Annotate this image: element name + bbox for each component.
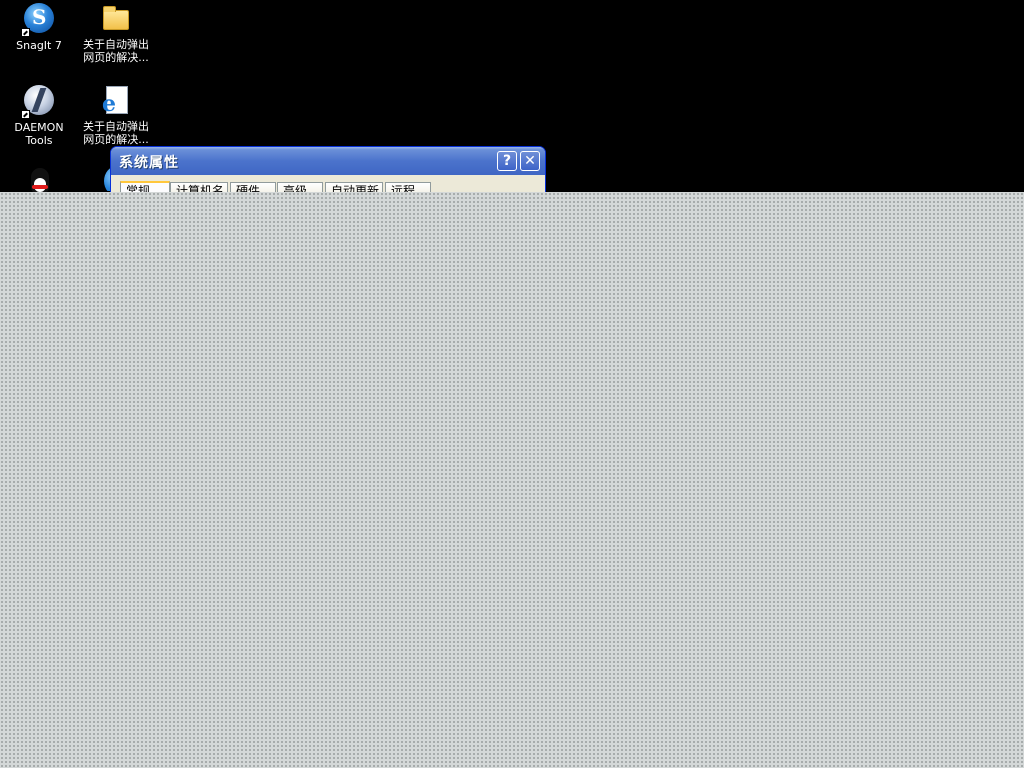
daemon-tools-icon [21,85,55,119]
shortcut-arrow-icon [21,110,30,119]
dialog-titlebar[interactable]: 系统属性 ? ✕ [111,147,545,175]
desktop-icon-label: SnagIt 7 [16,39,62,52]
desktop: SnagIt 7 关于自动弹出 网页的解决... DAEMON Tools e … [0,0,1024,768]
internet-explorer-icon: e [100,84,132,116]
dialog-title: 系统属性 [119,155,179,171]
desktop-icon-ie-document[interactable]: e 关于自动弹出 网页的解决... [77,84,155,146]
folder-icon [100,2,132,34]
desktop-icon-label: 关于自动弹出 网页的解决... [83,120,149,146]
shortcut-arrow-icon [21,28,30,37]
desktop-icon-folder[interactable]: 关于自动弹出 网页的解决... [77,2,155,64]
desktop-icon-daemon-tools[interactable]: DAEMON Tools [0,84,78,147]
desktop-icon-snagit[interactable]: SnagIt 7 [0,2,78,52]
snagit-icon [21,3,55,37]
desktop-icon-label: DAEMON Tools [14,121,64,147]
help-button[interactable]: ? [497,151,517,171]
desktop-icon-label: 关于自动弹出 网页的解决... [83,38,149,64]
close-button[interactable]: ✕ [520,151,540,171]
pattern-overlay [0,192,1024,768]
